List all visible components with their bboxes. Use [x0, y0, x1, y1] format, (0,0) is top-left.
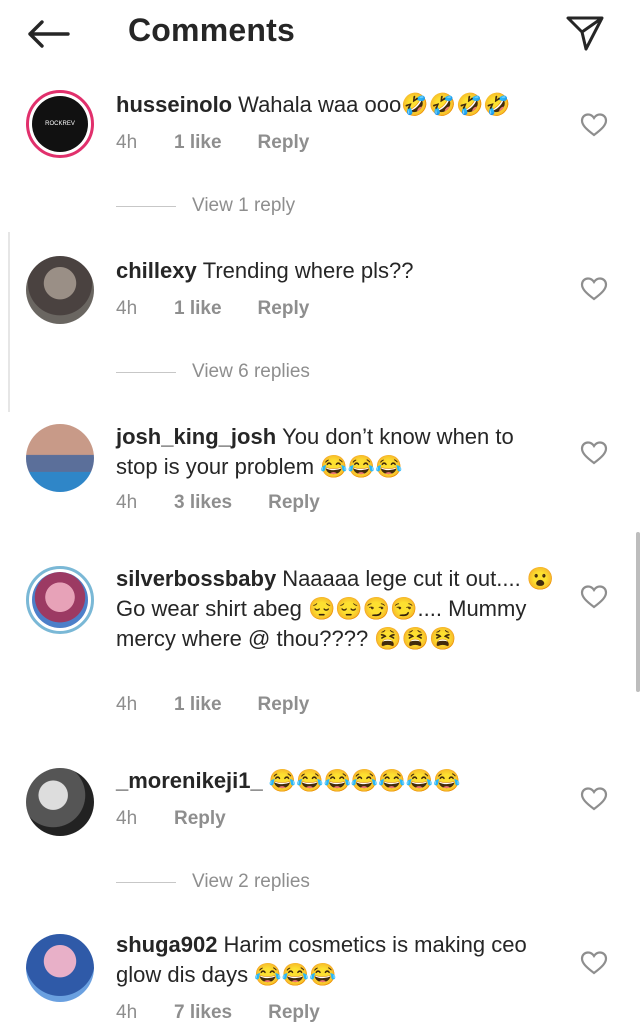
comment-meta: 4h 3 likes Reply — [116, 492, 320, 514]
top-bar: Comments — [0, 0, 643, 70]
comment-likes[interactable]: 1 like — [174, 298, 222, 320]
view-replies-label: View 6 replies — [192, 361, 310, 382]
comment-time: 4h — [116, 1002, 138, 1023]
reply-button[interactable]: Reply — [268, 1002, 320, 1024]
comment-username[interactable]: husseinolo — [116, 92, 232, 117]
heart-icon[interactable] — [580, 950, 608, 976]
send-paper-plane-icon — [566, 16, 604, 51]
avatar[interactable] — [26, 566, 94, 634]
reply-button[interactable]: Reply — [258, 694, 310, 716]
heart-icon[interactable] — [580, 112, 608, 138]
divider — [116, 371, 176, 373]
heart-icon[interactable] — [580, 440, 608, 466]
reply-button[interactable]: Reply — [258, 132, 310, 154]
view-replies-label: View 1 reply — [192, 195, 296, 216]
view-replies-button[interactable]: View 2 replies — [116, 870, 310, 894]
comment-meta: 4h Reply — [116, 808, 226, 830]
comment-username[interactable]: _morenikeji1_ — [116, 768, 263, 793]
comment-time: 4h — [116, 694, 138, 715]
reply-button[interactable]: Reply — [174, 808, 226, 830]
avatar[interactable] — [26, 768, 94, 836]
comment-username[interactable]: silverbossbaby — [116, 566, 276, 591]
comment-username[interactable]: chillexy — [116, 258, 197, 283]
comment-likes[interactable]: 7 likes — [174, 1002, 232, 1024]
comment-username[interactable]: shuga902 — [116, 932, 218, 957]
share-button[interactable] — [562, 12, 608, 54]
avatar[interactable] — [26, 256, 94, 324]
reply-button[interactable]: Reply — [258, 298, 310, 320]
avatar[interactable] — [26, 424, 94, 492]
comment-text: husseinolo Wahala waa ooo🤣🤣🤣🤣 — [116, 90, 556, 120]
comment-text: silverbossbaby Naaaaa lege cut it out....… — [116, 564, 556, 654]
avatar[interactable]: ROCKREV — [26, 90, 94, 158]
comment-username[interactable]: josh_king_josh — [116, 424, 276, 449]
heart-icon[interactable] — [580, 786, 608, 812]
comment-text: josh_king_josh You don’t know when to sto… — [116, 422, 556, 482]
comment-meta: 4h 7 likes Reply — [116, 1002, 320, 1024]
comment-likes[interactable]: 1 like — [174, 132, 222, 154]
comment-time: 4h — [116, 492, 138, 513]
comment-text: _morenikeji1_ 😂😂😂😂😂😂😂 — [116, 766, 556, 796]
comment-time: 4h — [116, 298, 138, 319]
avatar-logo-text: ROCKREV — [45, 121, 75, 127]
arrow-left-icon — [28, 20, 70, 48]
comment-text: chillexy Trending where pls?? — [116, 256, 556, 286]
comment-meta: 4h 1 like Reply — [116, 132, 309, 154]
comment-body: Trending where pls?? — [202, 258, 414, 283]
panel-edge — [0, 232, 10, 412]
heart-icon[interactable] — [580, 276, 608, 302]
comment-meta: 4h 1 like Reply — [116, 694, 309, 716]
view-replies-button[interactable]: View 6 replies — [116, 360, 310, 384]
comment-likes[interactable]: 3 likes — [174, 492, 232, 514]
heart-icon[interactable] — [580, 584, 608, 610]
comment-meta: 4h 1 like Reply — [116, 298, 309, 320]
back-button[interactable] — [26, 14, 74, 54]
comment-body: 😂😂😂😂😂😂😂 — [268, 768, 461, 793]
comment-time: 4h — [116, 808, 138, 829]
divider — [116, 881, 176, 883]
view-replies-label: View 2 replies — [192, 871, 310, 892]
reply-button[interactable]: Reply — [268, 492, 320, 514]
scrollbar[interactable] — [636, 532, 640, 692]
comment-likes[interactable]: 1 like — [174, 694, 222, 716]
comment-text: shuga902 Harim cosmetics is making ceo gl… — [116, 930, 556, 990]
view-replies-button[interactable]: View 1 reply — [116, 194, 295, 218]
avatar[interactable] — [26, 934, 94, 1002]
comment-body: Wahala waa ooo🤣🤣🤣🤣 — [238, 92, 511, 117]
divider — [116, 205, 176, 207]
comment-time: 4h — [116, 132, 138, 153]
page-title: Comments — [128, 12, 295, 48]
